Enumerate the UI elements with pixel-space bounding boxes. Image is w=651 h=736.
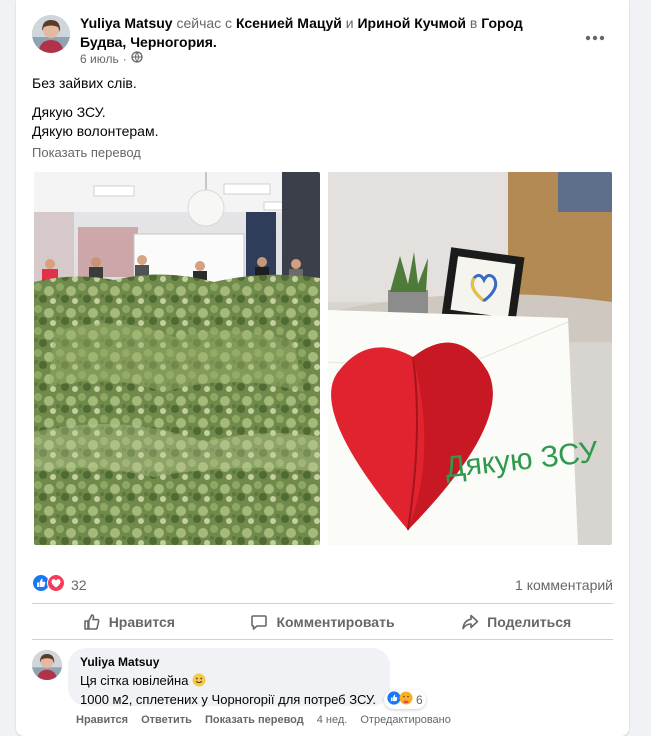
post-header: Yuliya Matsuy сейчас с Ксенией Мацуй и И… [32, 12, 613, 66]
more-options-button[interactable] [577, 20, 613, 56]
comment-reply-button[interactable]: Ответить [141, 714, 192, 726]
comment-like-button[interactable]: Нравится [76, 714, 128, 726]
photo-heart-card[interactable]: Дякую ЗСУ [328, 172, 612, 545]
comment-time[interactable]: 4 нед. [317, 714, 348, 726]
comment-button-label: Комментировать [276, 614, 395, 630]
smile-emoji-icon [192, 673, 206, 688]
photo-camouflage-net[interactable] [34, 172, 320, 545]
post-line-3: Дякую волонтерам. [32, 123, 159, 139]
author-avatar[interactable] [32, 15, 70, 53]
translate-link[interactable]: Показать перевод [32, 145, 141, 160]
post-body: Без зайвих слів. Дякую ЗСУ. Дякую волонт… [32, 74, 158, 151]
comment-care-reaction-icon [399, 691, 413, 708]
comment-count-link[interactable]: 1 комментарий [515, 577, 613, 593]
comment-reactions[interactable]: 6 [384, 690, 426, 709]
like-button-label: Нравится [108, 614, 175, 630]
comment-line-1-text: Ця сітка ювілейна [80, 673, 189, 688]
comment-line-1: Ця сітка ювілейна [80, 671, 378, 690]
comment-actions: Нравится Ответить Показать перевод 4 нед… [76, 714, 451, 726]
like-button[interactable]: Нравится [32, 604, 226, 640]
activity-text: сейчас с [176, 15, 233, 31]
post-meta: 6 июль · [80, 51, 143, 66]
commenter-avatar[interactable] [32, 650, 62, 680]
post-header-text: Yuliya Matsuy сейчас с Ксенией Мацуй и И… [80, 14, 550, 52]
reaction-summary[interactable]: 32 [32, 574, 87, 595]
post-date[interactable]: 6 июль [80, 52, 119, 66]
reaction-count: 32 [71, 576, 87, 593]
globe-icon [131, 51, 143, 66]
comment-line-2: 1000 м2, сплетених у Чорногорії для потр… [80, 692, 377, 707]
more-dots-icon [585, 35, 605, 41]
tagged-person-2[interactable]: Ириной Кучмой [357, 15, 466, 31]
period-text: . [212, 34, 217, 50]
reaction-stats: 32 1 комментарий [32, 574, 613, 596]
thumbs-up-icon [83, 614, 100, 630]
tagged-person-1[interactable]: Ксенией Мацуй [236, 15, 342, 31]
comment-reaction-count: 6 [416, 692, 423, 707]
share-button[interactable]: Поделиться [419, 604, 613, 640]
commenter-name[interactable]: Yuliya Matsuy [80, 654, 378, 670]
conjunction-text: и [345, 15, 354, 31]
comment-bubble-icon [251, 615, 268, 630]
action-bar: Нравится Комментировать Поделиться [32, 604, 613, 640]
comment-edited-label: Отредактировано [360, 714, 451, 726]
post-line-2: Дякую ЗСУ. [32, 104, 106, 120]
love-reaction-icon [47, 574, 65, 595]
share-arrow-icon [462, 614, 479, 630]
comment-bubble: Yuliya Matsuy Ця сітка ювілейна 1000 м2,… [68, 648, 390, 707]
post-card: Yuliya Matsuy сейчас с Ксенией Мацуй и И… [16, 0, 629, 736]
share-button-label: Поделиться [487, 614, 572, 630]
comment-translate-button[interactable]: Показать перевод [205, 714, 304, 726]
post-line-1: Без зайвих слів. [32, 75, 137, 91]
divider-bottom [32, 639, 613, 640]
preposition-text: в [469, 15, 478, 31]
author-name[interactable]: Yuliya Matsuy [80, 15, 173, 31]
meta-separator: · [122, 51, 127, 66]
comment-button[interactable]: Комментировать [226, 604, 420, 640]
